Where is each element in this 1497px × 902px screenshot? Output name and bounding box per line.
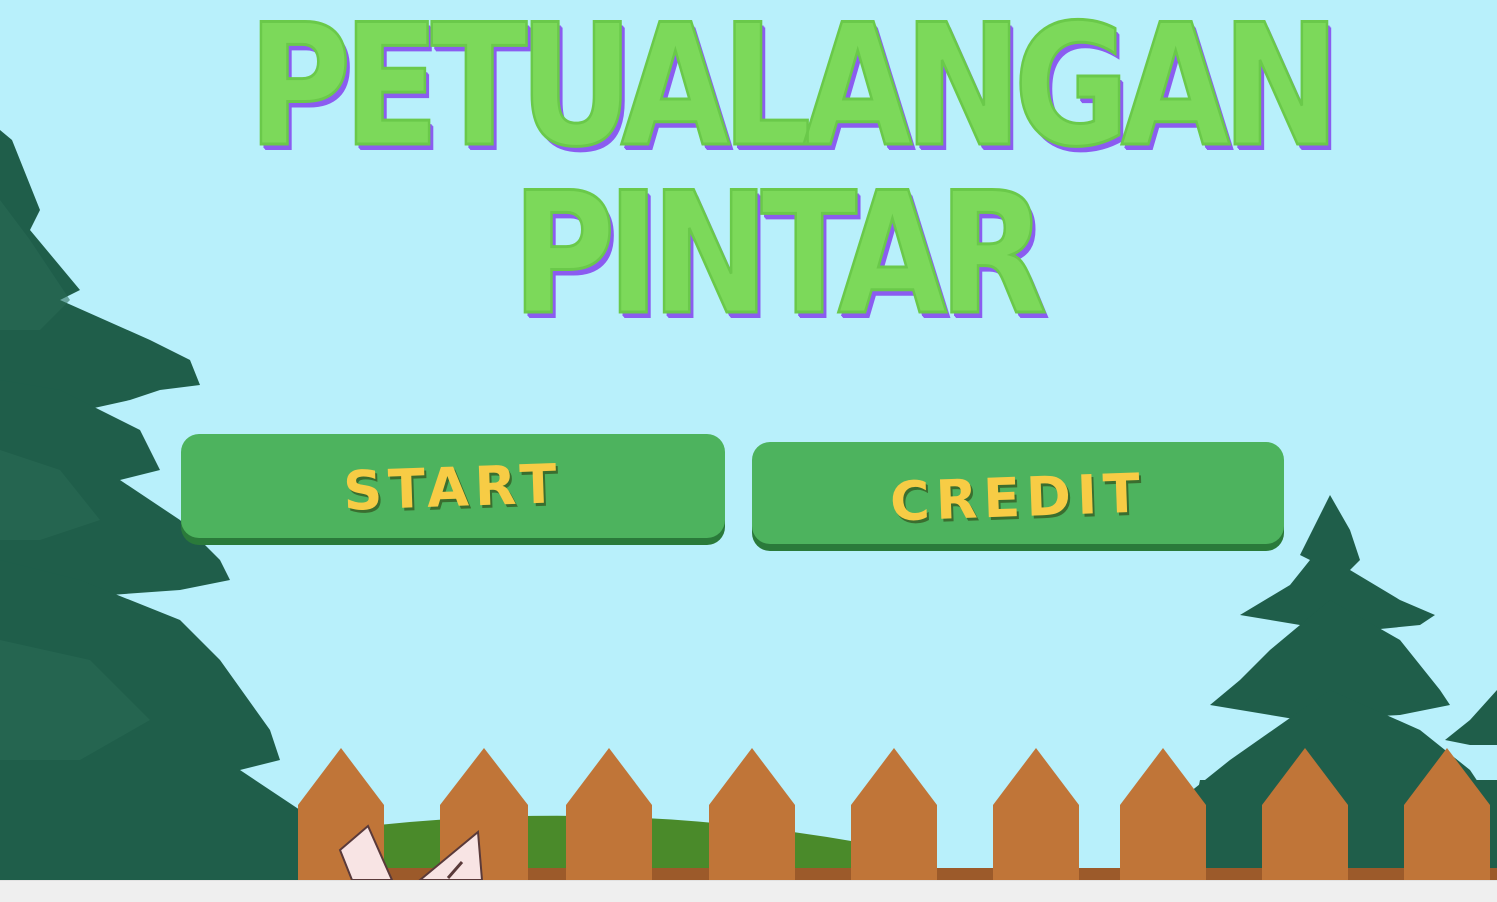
- bottom-bar: [0, 880, 1497, 902]
- credit-button-label: CREDIT: [889, 461, 1147, 534]
- start-button-label: START: [342, 452, 564, 523]
- credit-button[interactable]: CREDIT: [752, 442, 1284, 544]
- far-right-pine-tree-icon: [1445, 690, 1497, 745]
- game-title-line-2: PINTAR: [511, 156, 1049, 352]
- game-title-line-1: PETUALANGAN: [247, 0, 1341, 184]
- start-button[interactable]: START: [181, 434, 725, 538]
- game-screen: PETUALANGAN PINTAR START CREDIT: [0, 0, 1497, 880]
